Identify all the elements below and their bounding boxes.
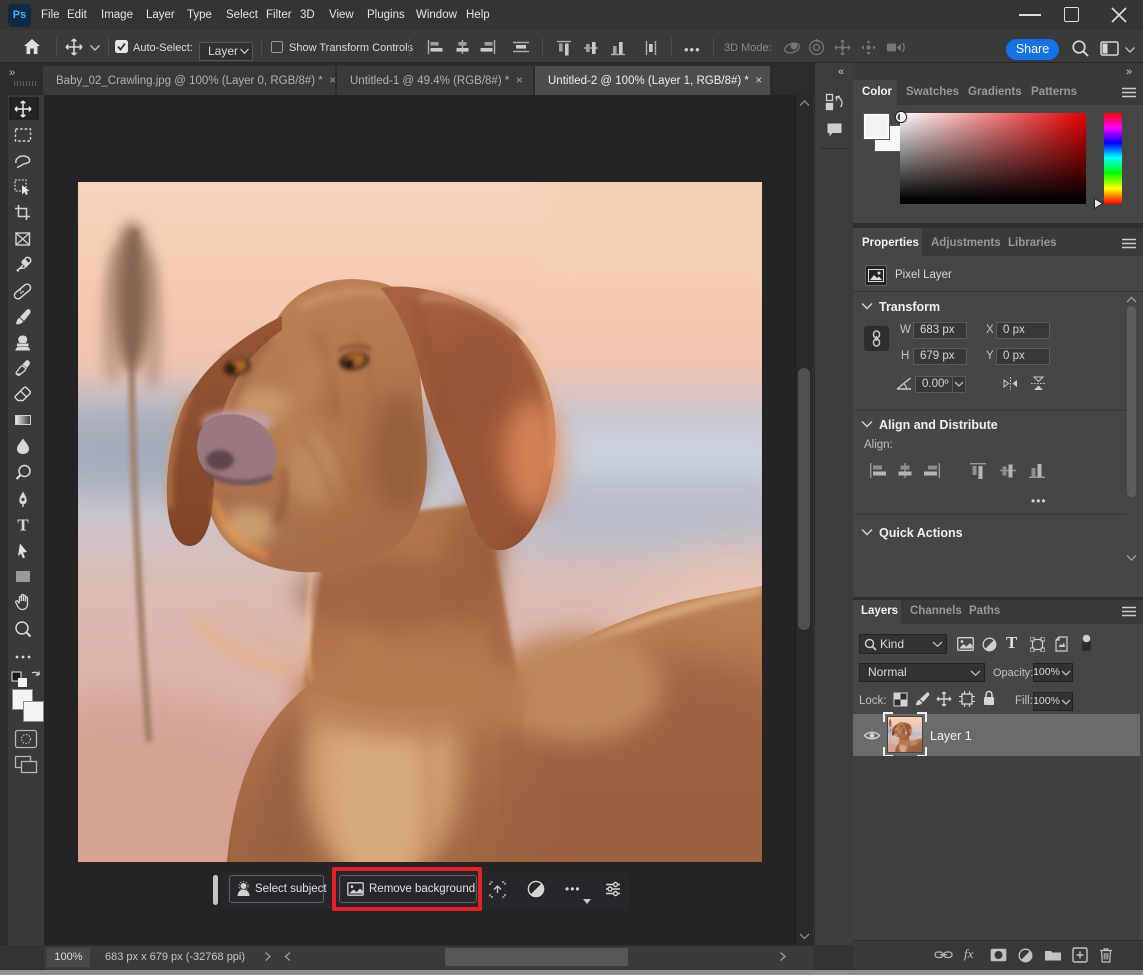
svg-text:T: T (17, 516, 29, 535)
